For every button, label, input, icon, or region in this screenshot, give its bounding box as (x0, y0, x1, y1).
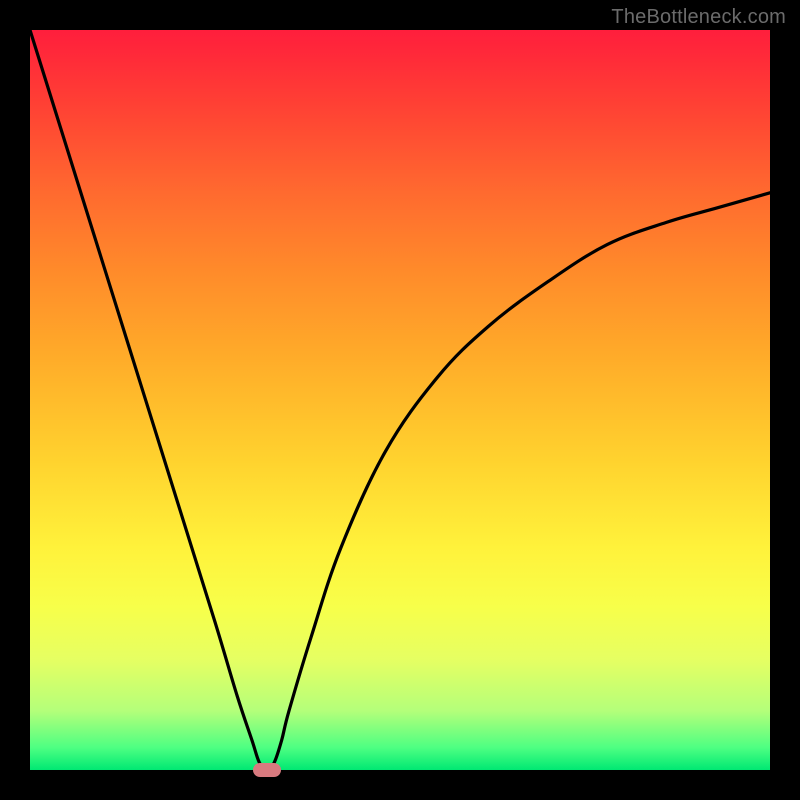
watermark-text: TheBottleneck.com (611, 6, 786, 29)
chart-line-layer (30, 30, 770, 770)
chart-plot-area (30, 30, 770, 770)
minimum-marker (253, 763, 281, 777)
chart-frame: TheBottleneck.com (0, 0, 800, 800)
bottleneck-curve (30, 30, 770, 770)
